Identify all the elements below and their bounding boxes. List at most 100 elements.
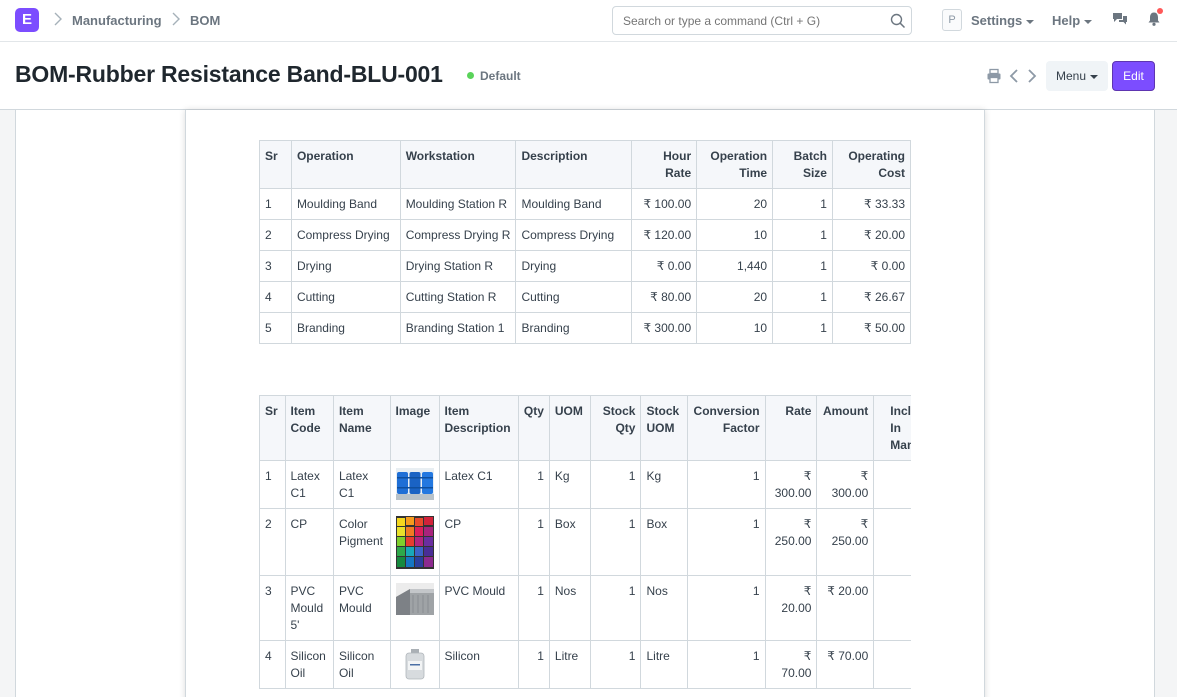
cell-uom: Nos (548, 575, 592, 641)
cell-rate: ₹ 300.00 (764, 460, 818, 509)
menu-button[interactable]: Menu (1046, 61, 1108, 91)
cell-operating-cost: ₹ 20.00 (831, 219, 912, 251)
table-row: 4 Cutting Cutting Station R Cutting ₹ 80… (259, 281, 912, 313)
print-preview-page[interactable]: Sr Operation Workstation Description Hou… (185, 110, 985, 697)
operations-table-wrap: Sr Operation Workstation Description Hou… (259, 140, 912, 344)
cell-stock-qty: 1 (590, 640, 642, 689)
cell-stock-uom: Box (640, 508, 688, 576)
cell-description: Drying (515, 250, 633, 282)
col-header-description: Description (515, 140, 633, 189)
table-row: 3 PVC Mould 5' PVC Mould PVC Mould 1 Nos… (259, 575, 911, 641)
chevron-right-icon (54, 12, 62, 29)
col-header-rate: Rate (764, 395, 818, 461)
cell-sr: 2 (259, 219, 292, 251)
cell-image (389, 508, 440, 576)
table-row: 3 Drying Drying Station R Drying ₹ 0.00 … (259, 250, 912, 282)
cell-workstation: Drying Station R (399, 250, 517, 282)
next-doc-icon[interactable] (1023, 68, 1039, 84)
cell-item-code: Silicon Oil (284, 640, 334, 689)
cell-batch-size: 1 (772, 188, 833, 220)
breadcrumb-bom[interactable]: BOM (190, 13, 220, 28)
menu-label: Menu (1055, 69, 1087, 83)
col-header-item-code: Item Code (284, 395, 334, 461)
cell-item-description: PVC Mould (438, 575, 519, 641)
cell-image (389, 460, 440, 509)
status-indicator-dot (467, 72, 474, 79)
col-header-operation: Operation (290, 140, 401, 189)
cell-include-in-manufacturing (873, 460, 911, 509)
cell-stock-qty: 1 (590, 508, 642, 576)
cell-hour-rate: ₹ 300.00 (631, 312, 698, 344)
cell-conversion-factor: 1 (686, 460, 766, 509)
cell-conversion-factor: 1 (686, 640, 766, 689)
cell-description: Moulding Band (515, 188, 633, 220)
cell-hour-rate: ₹ 100.00 (631, 188, 698, 220)
search-bar[interactable] (612, 6, 912, 35)
cell-batch-size: 1 (772, 219, 833, 251)
help-label: Help (1052, 13, 1081, 28)
chat-icon[interactable] (1112, 11, 1128, 27)
cell-sr: 4 (259, 281, 292, 313)
cell-amount: ₹ 70.00 (816, 640, 875, 689)
cell-stock-qty: 1 (590, 460, 642, 509)
cell-item-code: Latex C1 (284, 460, 334, 509)
breadcrumb-manufacturing[interactable]: Manufacturing (72, 13, 162, 28)
cell-sr: 5 (259, 312, 292, 344)
cell-hour-rate: ₹ 120.00 (631, 219, 698, 251)
cell-operating-cost: ₹ 33.33 (831, 188, 912, 220)
col-header-batch-size: Batch Size (772, 140, 833, 189)
cell-description: Compress Drying (515, 219, 633, 251)
cell-operation-time: 20 (696, 281, 774, 313)
print-icon[interactable] (986, 68, 1002, 84)
col-header-sr: Sr (259, 395, 286, 461)
cell-workstation: Compress Drying R (399, 219, 517, 251)
col-header-conversion-factor: Conversion Factor (686, 395, 766, 461)
col-header-uom: UOM (548, 395, 592, 461)
app-logo[interactable]: E (15, 8, 39, 32)
col-header-operating-cost: Operating Cost (831, 140, 912, 189)
col-header-stock-qty: Stock Qty (590, 395, 642, 461)
cell-amount: ₹ 250.00 (816, 508, 875, 576)
cell-operating-cost: ₹ 0.00 (831, 250, 912, 282)
search-icon[interactable] (890, 13, 906, 29)
cell-operating-cost: ₹ 50.00 (831, 312, 912, 344)
search-input[interactable] (623, 14, 883, 28)
cell-workstation: Branding Station 1 (399, 312, 517, 344)
cell-operation: Branding (290, 312, 401, 344)
caret-down-icon (1090, 74, 1099, 79)
col-header-workstation: Workstation (399, 140, 517, 189)
cell-description: Cutting (515, 281, 633, 313)
help-dropdown[interactable]: Help (1052, 13, 1093, 28)
col-header-image: Image (389, 395, 440, 461)
cell-rate: ₹ 70.00 (764, 640, 818, 689)
user-avatar[interactable]: P (942, 9, 962, 31)
cell-sr: 3 (259, 575, 286, 641)
cell-item-code: CP (284, 508, 334, 576)
table-header-row: Sr Operation Workstation Description Hou… (259, 140, 912, 189)
cell-hour-rate: ₹ 0.00 (631, 250, 698, 282)
caret-down-icon (1084, 19, 1093, 24)
cell-item-description: Latex C1 (438, 460, 519, 509)
cell-item-description: Silicon (438, 640, 519, 689)
col-header-stock-uom: Stock UOM (640, 395, 688, 461)
cell-sr: 1 (259, 460, 286, 509)
items-table-wrap[interactable]: Sr Item Code Item Name Image Item Descri… (259, 395, 911, 690)
edit-button[interactable]: Edit (1112, 61, 1155, 91)
cell-batch-size: 1 (772, 250, 833, 282)
cell-operation: Cutting (290, 281, 401, 313)
col-header-item-description: Item Description (438, 395, 519, 461)
table-row: 1 Latex C1 Latex C1 Latex C1 1 Kg 1 Kg 1… (259, 460, 911, 509)
cell-qty: 1 (517, 640, 550, 689)
cell-workstation: Cutting Station R (399, 281, 517, 313)
notification-dot (1157, 8, 1163, 14)
previous-doc-icon[interactable] (1007, 68, 1023, 84)
cell-operating-cost: ₹ 26.67 (831, 281, 912, 313)
settings-dropdown[interactable]: Settings (971, 13, 1035, 28)
col-header-operation-time: Operation Time (696, 140, 774, 189)
cell-amount: ₹ 20.00 (816, 575, 875, 641)
cell-batch-size: 1 (772, 281, 833, 313)
cell-image (389, 640, 440, 689)
cell-description: Branding (515, 312, 633, 344)
col-header-item-name: Item Name (332, 395, 391, 461)
settings-label: Settings (971, 13, 1023, 28)
